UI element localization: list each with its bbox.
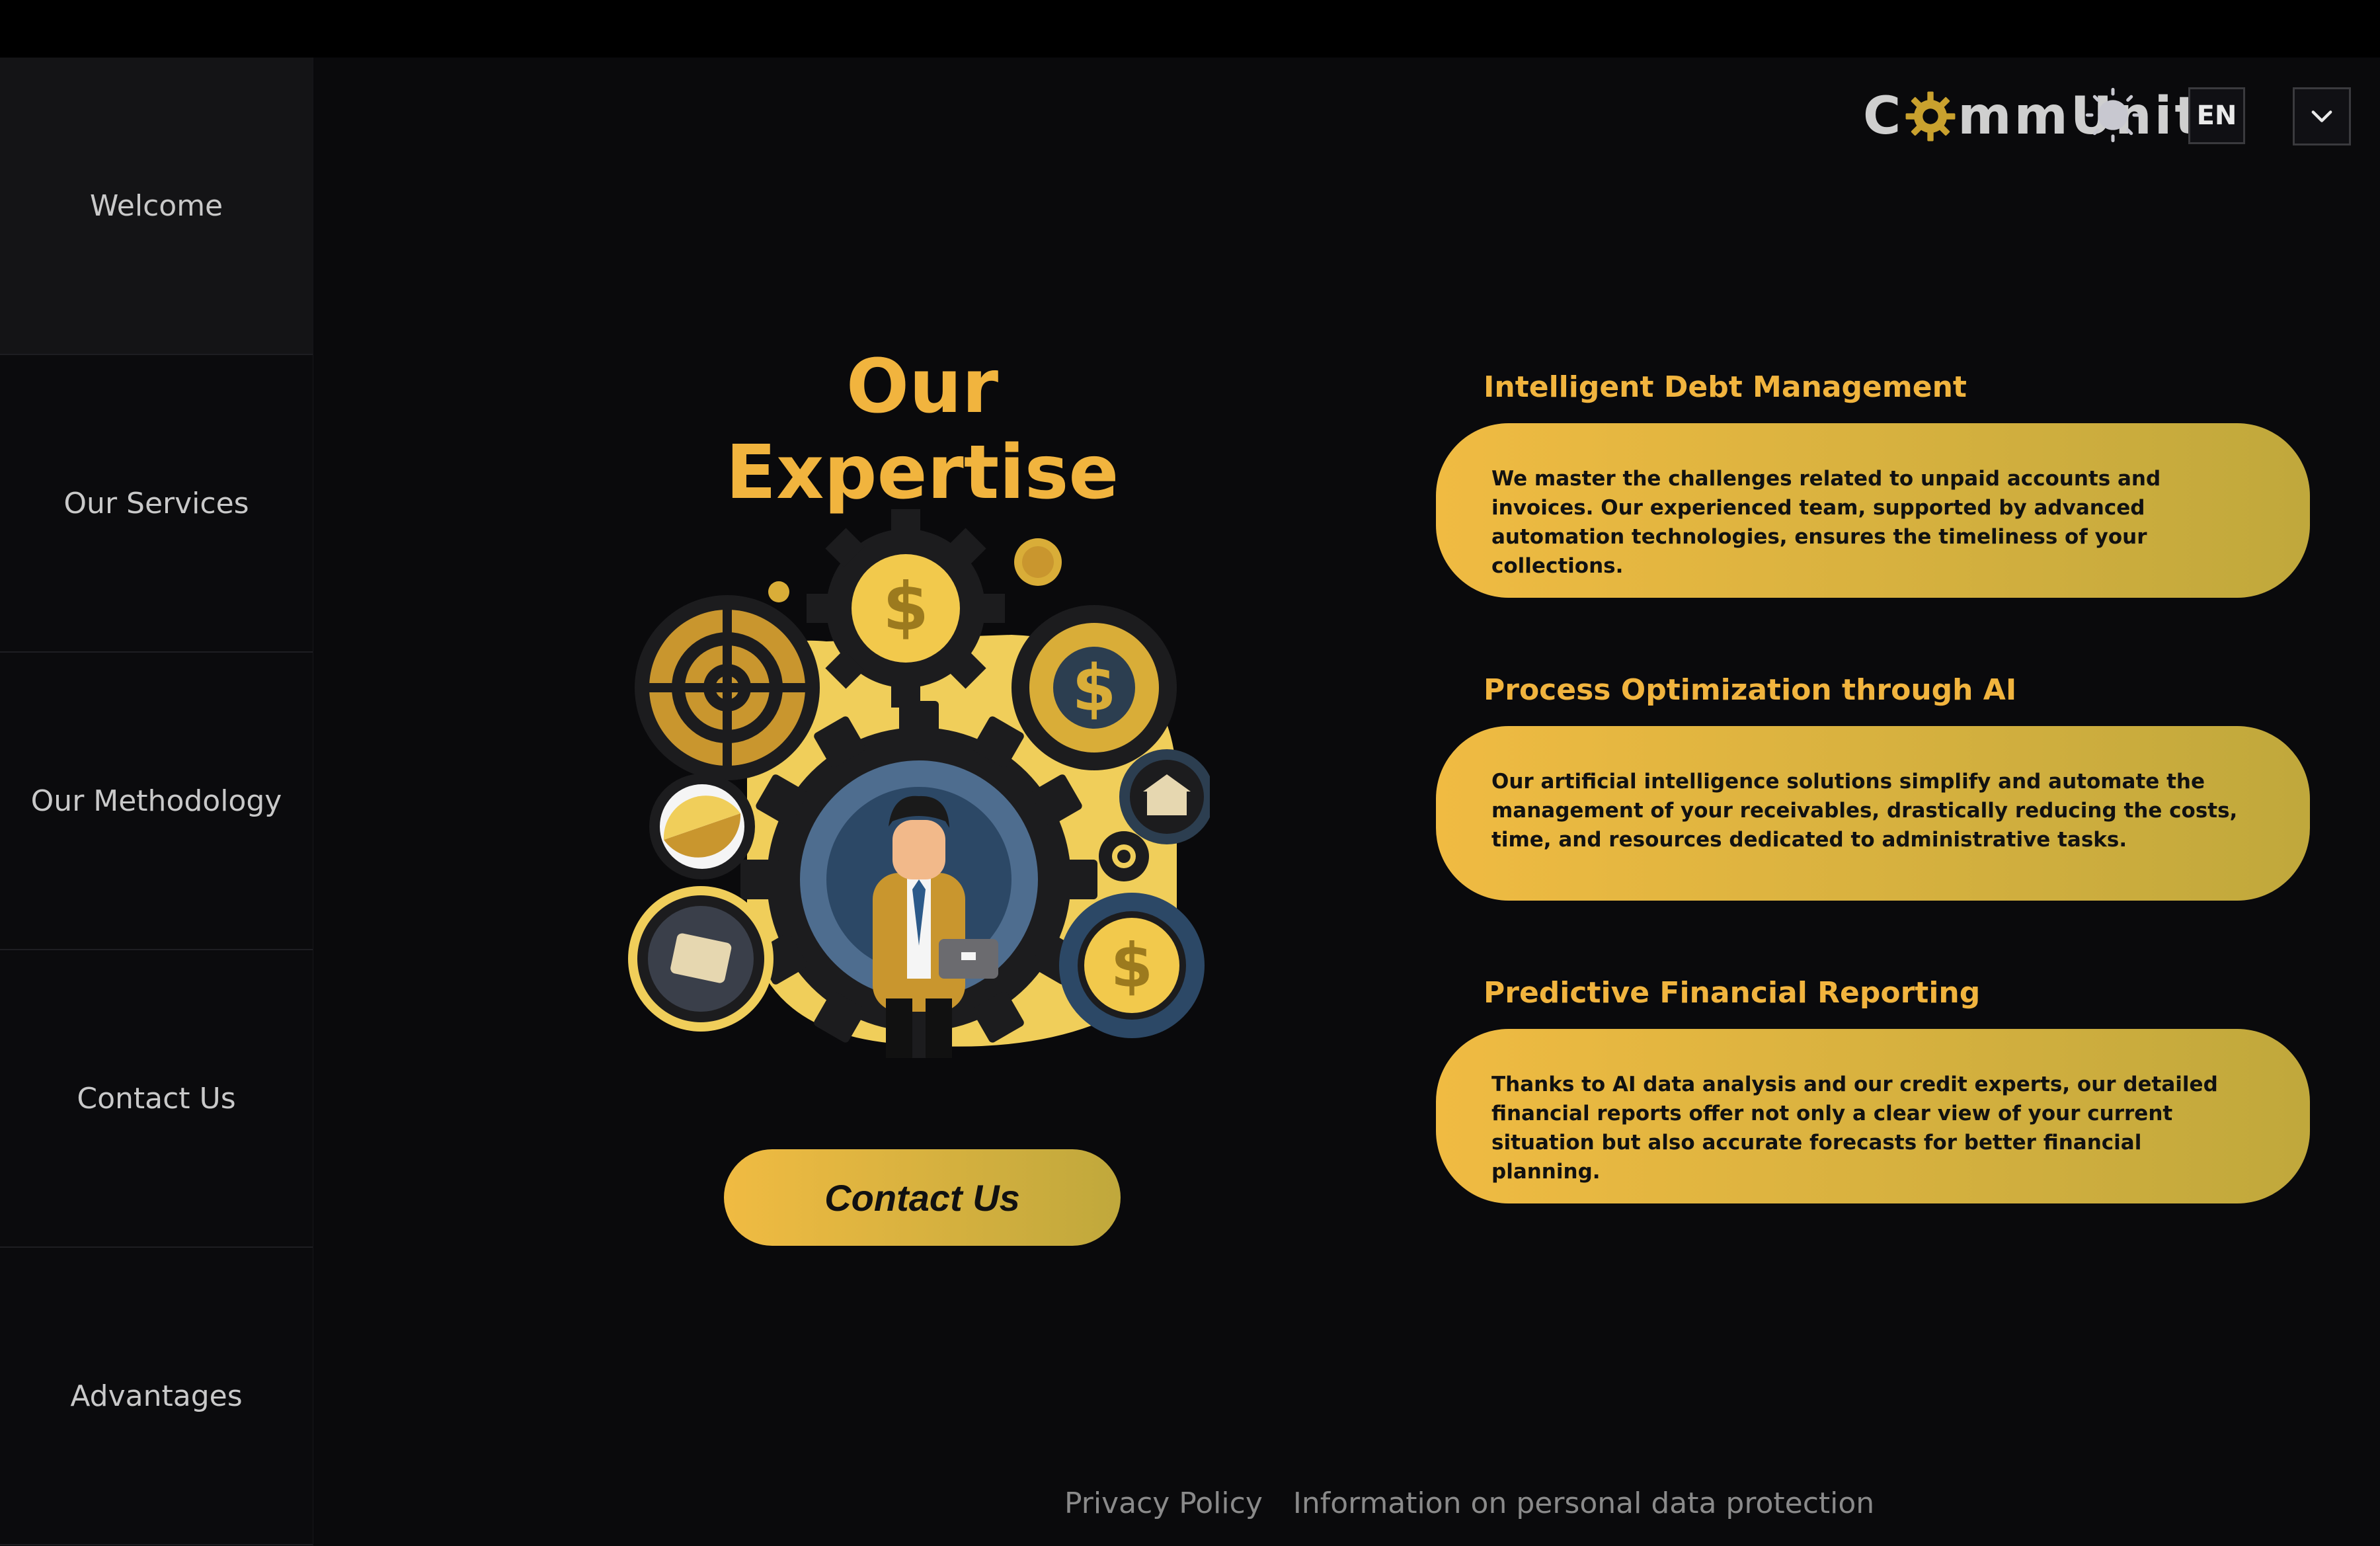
contact-us-button[interactable]: Contact Us [724, 1149, 1121, 1246]
expertise-illustration: $ $ $ [628, 509, 1210, 1058]
language-button[interactable]: EN [2188, 87, 2245, 144]
page-header: C mmUnite [1587, 79, 2380, 152]
service-card-debt-management: We master the challenges related to unpa… [1436, 423, 2310, 598]
service-card-financial-reporting: Thanks to AI data analysis and our credi… [1436, 1029, 2310, 1203]
sidebar-item-welcome[interactable]: Welcome [0, 58, 313, 355]
theme-toggle-button[interactable] [2082, 85, 2143, 145]
svg-text:$: $ [1072, 651, 1117, 725]
sidebar-item-label: Advantages [70, 1379, 243, 1413]
privacy-policy-link[interactable]: Privacy Policy [1064, 1486, 1263, 1520]
contact-us-label: Contact Us [824, 1176, 1020, 1219]
service-description: We master the challenges related to unpa… [1491, 467, 2161, 578]
service-description: Thanks to AI data analysis and our credi… [1491, 1073, 2218, 1184]
language-label: EN [2196, 101, 2237, 131]
data-protection-link[interactable]: Information on personal data protection [1293, 1486, 1874, 1520]
page-footer: Privacy Policy Information on personal d… [1064, 1486, 1874, 1520]
service-title-debt-management: Intelligent Debt Management [1484, 370, 1967, 404]
browser-top-bar [0, 0, 2380, 58]
sidebar-nav: Welcome Our Services Our Methodology Con… [0, 58, 313, 1546]
service-card-process-optimization: Our artificial intelligence solutions si… [1436, 726, 2310, 901]
sidebar-item-label: Contact Us [77, 1081, 236, 1116]
sidebar-item-contact-us[interactable]: Contact Us [0, 950, 313, 1248]
service-description: Our artificial intelligence solutions si… [1491, 770, 2238, 852]
menu-dropdown-button[interactable] [2293, 87, 2351, 145]
service-title-financial-reporting: Predictive Financial Reporting [1484, 976, 1981, 1010]
sun-icon [2085, 87, 2141, 143]
gear-icon [1905, 91, 1956, 142]
svg-text:$: $ [883, 568, 929, 645]
sidebar-item-label: Our Services [63, 486, 249, 520]
logo-text-left: C [1863, 87, 1904, 146]
sidebar-item-label: Our Methodology [30, 784, 282, 818]
svg-text:$: $ [1111, 930, 1153, 1001]
service-title-process-optimization: Process Optimization through AI [1484, 673, 2017, 707]
sidebar-item-our-services[interactable]: Our Services [0, 355, 313, 653]
brand-logo[interactable]: C mmUnite [1863, 83, 2240, 149]
page-title: Our Expertise [725, 344, 1119, 516]
sidebar-item-label: Welcome [89, 188, 223, 223]
chevron-down-icon [2311, 110, 2332, 122]
sidebar-item-our-methodology[interactable]: Our Methodology [0, 653, 313, 950]
sidebar-item-advantages[interactable]: Advantages [0, 1248, 313, 1545]
